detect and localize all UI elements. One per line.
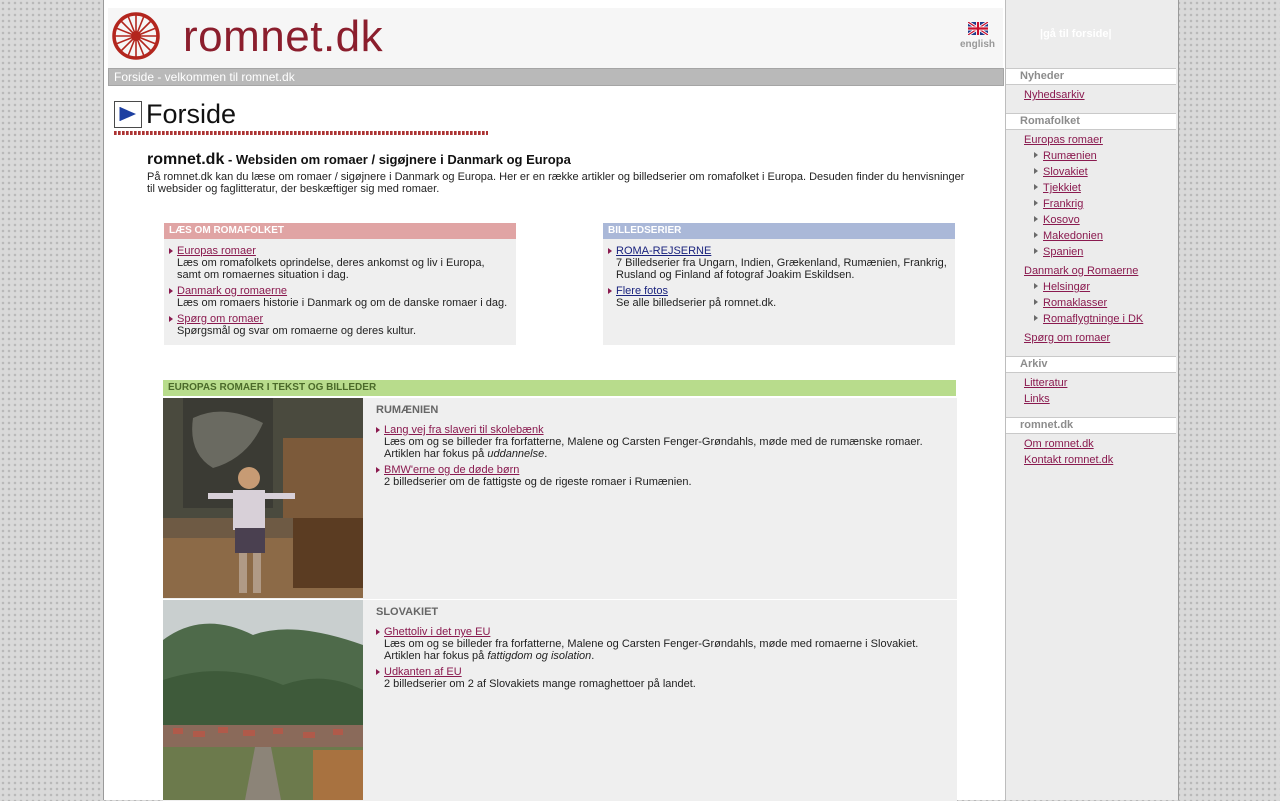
section-items: Lang vej fra slaveri til skolebænk Læs o…: [371, 420, 941, 488]
intro-tagline: - Websiden om romaer / sigøjnere i Danma…: [224, 152, 571, 167]
sidebar-header-label: Nyheder: [1020, 70, 1065, 82]
link-europas-romaer[interactable]: Europas romaer: [177, 245, 256, 257]
section-title-slovakiet: SLOVAKIET: [376, 606, 439, 618]
list-item: ROMA-REJSERNE 7 Billedserier fra Ungarn,…: [603, 245, 949, 281]
sidebar-sublink-helsingoer[interactable]: Helsingør: [1034, 281, 1090, 293]
sidebar-link-om-romnet[interactable]: Om romnet.dk: [1024, 438, 1094, 450]
page-flag-icon: [114, 101, 142, 128]
sidebar-link-danmark-og-romaerne[interactable]: Danmark og Romaerne: [1024, 265, 1138, 277]
list-item: Udkanten af EU 2 billedserier om 2 af Sl…: [371, 666, 941, 690]
item-description: Læs om og se billeder fra forfatterne, M…: [384, 638, 941, 662]
rumaenien-photo[interactable]: [163, 398, 363, 598]
focus-suffix: .: [544, 448, 548, 460]
section-items: Ghettoliv i det nye EU Læs om og se bill…: [371, 622, 941, 690]
link-flere-fotos[interactable]: Flere fotos: [616, 285, 668, 297]
roma-wheel-logo-icon[interactable]: [111, 11, 161, 61]
item-description: Læs om romaers historie i Danmark og om …: [177, 297, 508, 309]
focus-prefix: Artiklen har fokus på: [384, 448, 488, 460]
home-link[interactable]: |gå til forside|: [1040, 28, 1112, 40]
link-lang-vej-fra-slaveri[interactable]: Lang vej fra slaveri til skolebænk: [384, 424, 544, 436]
english-link[interactable]: english: [960, 39, 995, 50]
sidebar-header-label: Arkiv: [1020, 358, 1048, 370]
link-roma-rejserne[interactable]: ROMA-REJSERNE: [616, 245, 711, 257]
sidebar-header-label: romnet.dk: [1020, 419, 1074, 431]
focus-suffix: .: [591, 650, 595, 662]
intro-heading: romnet.dk - Websiden om romaer / sigøjne…: [147, 151, 571, 169]
intro-text: På romnet.dk kan du læse om romaer / sig…: [147, 171, 965, 195]
link-spoerg-om-romaer[interactable]: Spørg om romaer: [177, 313, 263, 325]
item-description: Spørgsmål og svar om romaerne og deres k…: [177, 325, 417, 337]
page-container: romnet.dk english Forside - velkommen ti…: [103, 0, 1179, 801]
item-description: Læs om og se billeder fra forfatterne, M…: [384, 436, 941, 460]
read-about-box: LÆS OM ROMAFOLKET Europas romaer Læs om …: [164, 223, 516, 345]
uk-flag-icon[interactable]: [968, 22, 988, 35]
breadcrumb-text: Forside - velkommen til romnet.dk: [114, 70, 295, 84]
sidebar-sublink-spanien[interactable]: Spanien: [1034, 246, 1083, 258]
list-item: Spørg om romaer Spørgsmål og svar om rom…: [164, 313, 510, 337]
link-danmark-og-romaerne[interactable]: Danmark og romaerne: [177, 285, 287, 297]
section-slovakiet: SLOVAKIET Ghettoliv i det nye EU Læs om …: [163, 599, 957, 801]
europe-section-header: EUROPAS ROMAER I TEKST OG BILLEDER: [163, 380, 956, 397]
list-item: Flere fotos Se alle billedserier på romn…: [603, 285, 949, 309]
sidebar-sublink-makedonien[interactable]: Makedonien: [1034, 230, 1103, 242]
sidebar-link-litteratur[interactable]: Litteratur: [1024, 377, 1067, 389]
sidebar-link-nyhedsarkiv[interactable]: Nyhedsarkiv: [1024, 89, 1085, 101]
item-description: 7 Billedserier fra Ungarn, Indien, Græke…: [616, 257, 947, 281]
list-item: BMW'erne og de døde børn 2 billedserier …: [371, 464, 941, 488]
sidebar-sublink-slovakiet[interactable]: Slovakiet: [1034, 166, 1088, 178]
site-header: romnet.dk english: [108, 8, 1003, 68]
sidebar-sublink-frankrig[interactable]: Frankrig: [1034, 198, 1083, 210]
sidebar-sublink-kosovo[interactable]: Kosovo: [1034, 214, 1080, 226]
breadcrumb: Forside - velkommen til romnet.dk: [108, 68, 1004, 86]
sidebar-sublink-rumaenien[interactable]: Rumænien: [1034, 150, 1097, 162]
list-item: Europas romaer Læs om romafolkets oprind…: [164, 245, 510, 281]
sidebar-sublink-romaflygtninge[interactable]: Romaflygtninge i DK: [1034, 313, 1143, 325]
page-title: Forside: [146, 99, 237, 129]
sidebar-sublink-romaklasser[interactable]: Romaklasser: [1034, 297, 1107, 309]
section-rumaenien: RUMÆNIEN Lang vej fra slaveri til skoleb…: [163, 398, 957, 599]
item-description: Se alle billedserier på romnet.dk.: [616, 297, 777, 309]
sidebar-header-romafolket: Romafolket: [1006, 113, 1176, 130]
sidebar-link-europas-romaer[interactable]: Europas romaer: [1024, 134, 1103, 146]
sidebar-link-links[interactable]: Links: [1024, 393, 1050, 405]
right-sidebar: |gå til forside| Nyheder Nyhedsarkiv Rom…: [1005, 0, 1178, 800]
sidebar-link-spoerg-om-romaer[interactable]: Spørg om romaer: [1024, 332, 1110, 344]
sidebar-header-nyheder: Nyheder: [1006, 68, 1176, 85]
picture-series-header: BILLEDSERIER: [603, 223, 955, 239]
slovakiet-photo[interactable]: [163, 600, 363, 800]
focus-topic: fattigdom og isolation: [487, 650, 592, 662]
link-bmw-erne-og-de-doede-boern[interactable]: BMW'erne og de døde børn: [384, 464, 519, 476]
picture-series-box: BILLEDSERIER ROMA-REJSERNE 7 Billedserie…: [603, 223, 955, 345]
item-description-text: Læs om og se billeder fra forfatterne, M…: [384, 436, 923, 448]
list-item: Danmark og romaerne Læs om romaers histo…: [164, 285, 510, 309]
sidebar-header-arkiv: Arkiv: [1006, 356, 1176, 373]
sidebar-sublink-tjekkiet[interactable]: Tjekkiet: [1034, 182, 1081, 194]
read-about-header: LÆS OM ROMAFOLKET: [164, 223, 516, 239]
focus-topic: uddannelse: [487, 448, 545, 460]
list-item: Lang vej fra slaveri til skolebænk Læs o…: [371, 424, 941, 460]
intro-site-name: romnet.dk: [147, 151, 225, 168]
link-udkanten-af-eu[interactable]: Udkanten af EU: [384, 666, 462, 678]
list-item: Ghettoliv i det nye EU Læs om og se bill…: [371, 626, 941, 662]
item-description: Læs om romafolkets oprindelse, deres ank…: [177, 257, 485, 281]
link-ghettoliv-i-det-nye-eu[interactable]: Ghettoliv i det nye EU: [384, 626, 490, 638]
focus-prefix: Artiklen har fokus på: [384, 650, 488, 662]
item-description: 2 billedserier om 2 af Slovakiets mange …: [384, 678, 696, 690]
item-description-text: Læs om og se billeder fra forfatterne, M…: [384, 638, 919, 650]
sidebar-header-label: Romafolket: [1020, 115, 1080, 127]
sidebar-link-kontakt-romnet[interactable]: Kontakt romnet.dk: [1024, 454, 1113, 466]
sidebar-header-romnet: romnet.dk: [1006, 417, 1176, 434]
site-logo-text[interactable]: romnet.dk: [183, 12, 383, 62]
title-underline-decoration: [114, 131, 488, 135]
section-title-rumaenien: RUMÆNIEN: [376, 404, 439, 416]
item-description: 2 billedserier om de fattigste og de rig…: [384, 476, 692, 488]
